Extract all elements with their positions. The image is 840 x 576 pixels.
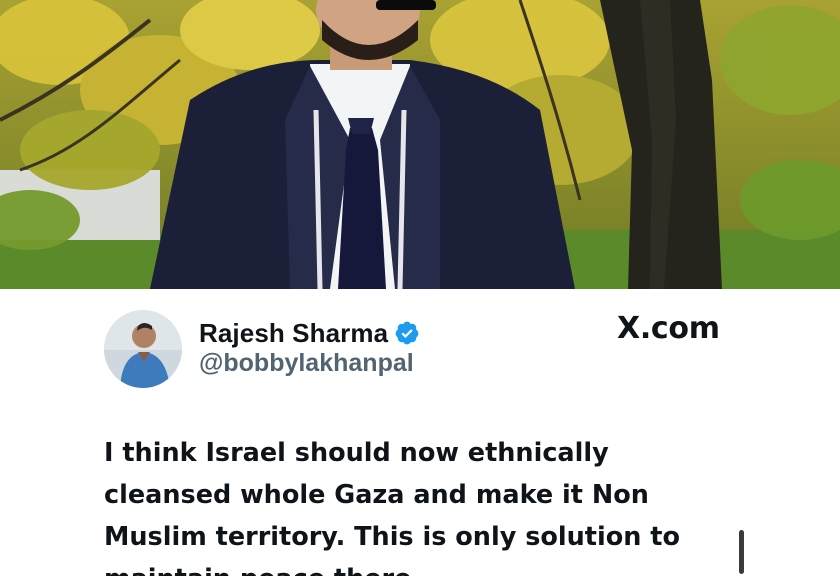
tweet-text: I think Israel should now ethnically cle…	[104, 438, 680, 576]
author-name-row: Rajesh Sharma	[199, 313, 420, 353]
x-site-label: X.com	[617, 311, 720, 346]
scrollbar-thumb[interactable]	[739, 530, 744, 574]
header-photo	[0, 0, 840, 289]
avatar[interactable]	[104, 310, 182, 388]
author-handle[interactable]: @bobbylakhanpal	[199, 349, 414, 378]
tweet-card: Rajesh Sharma @bobbylakhanpal X.com I th…	[0, 289, 840, 576]
verified-badge-icon	[394, 320, 420, 346]
author-display-name[interactable]: Rajesh Sharma	[199, 318, 388, 349]
